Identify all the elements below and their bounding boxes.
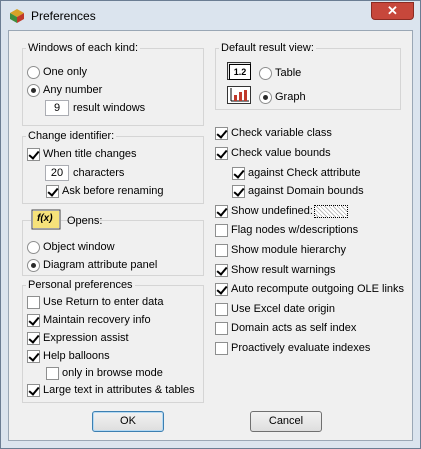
diagram-attribute-panel-radio[interactable] xyxy=(27,259,40,272)
domain-self-index-checkbox[interactable] xyxy=(215,322,228,335)
browse-mode-label[interactable]: only in browse mode xyxy=(62,367,163,380)
show-result-warnings-label[interactable]: Show result warnings xyxy=(231,264,336,277)
personal-preferences-label: Personal preferences xyxy=(26,279,135,292)
browse-mode-checkbox[interactable] xyxy=(46,367,59,380)
against-check-attribute-checkbox[interactable] xyxy=(232,167,245,180)
expr-icon-text: f(x) xyxy=(37,213,53,224)
proactively-evaluate-label[interactable]: Proactively evaluate indexes xyxy=(231,342,370,355)
default-result-view-label: Default result view: xyxy=(219,42,316,55)
table-view-icon-text: 1.2 xyxy=(229,64,251,80)
maintain-recovery-label[interactable]: Maintain recovery info xyxy=(43,314,151,327)
use-return-checkbox[interactable] xyxy=(27,296,40,309)
ask-before-renaming-checkbox[interactable] xyxy=(46,185,59,198)
excel-date-origin-checkbox[interactable] xyxy=(215,303,228,316)
result-windows-count-input[interactable]: 9 xyxy=(45,100,69,116)
expression-assist-checkbox[interactable] xyxy=(27,332,40,345)
close-button[interactable]: ✕ xyxy=(371,2,414,20)
any-number-radio[interactable] xyxy=(27,84,40,97)
show-result-warnings-checkbox[interactable] xyxy=(215,264,228,277)
app-logo-icon xyxy=(10,9,24,23)
flag-nodes-checkbox[interactable] xyxy=(215,224,228,237)
change-identifier-label: Change identifier: xyxy=(26,130,117,143)
dialog-body: Windows of each kind: One only Any numbe… xyxy=(8,30,413,441)
object-window-label[interactable]: Object window xyxy=(43,241,115,254)
against-domain-bounds-label[interactable]: against Domain bounds xyxy=(248,185,364,198)
result-windows-label: result windows xyxy=(73,102,146,114)
one-only-radio[interactable] xyxy=(27,66,40,79)
title-bar[interactable]: Preferences ✕ xyxy=(1,1,420,30)
ask-before-renaming-label[interactable]: Ask before renaming xyxy=(62,185,164,198)
show-undefined-label[interactable]: Show undefined: xyxy=(231,205,313,218)
against-check-attribute-label[interactable]: against Check attribute xyxy=(248,167,361,180)
help-balloons-label[interactable]: Help balloons xyxy=(43,350,110,363)
table-radio[interactable] xyxy=(259,67,272,80)
preferences-window: Preferences ✕ Windows of each kind: One … xyxy=(0,0,421,449)
large-text-checkbox[interactable] xyxy=(27,384,40,397)
flag-nodes-label[interactable]: Flag nodes w/descriptions xyxy=(231,224,358,237)
undefined-pattern-swatch[interactable] xyxy=(314,205,348,218)
check-variable-class-label[interactable]: Check variable class xyxy=(231,127,332,140)
maintain-recovery-checkbox[interactable] xyxy=(27,314,40,327)
graph-radio[interactable] xyxy=(259,91,272,104)
large-text-label[interactable]: Large text in attributes & tables xyxy=(43,384,195,397)
graph-view-icon xyxy=(227,86,251,104)
expr-icon: f(x) xyxy=(31,209,61,230)
expression-assist-label[interactable]: Expression assist xyxy=(43,332,129,345)
object-window-radio[interactable] xyxy=(27,241,40,254)
graph-label[interactable]: Graph xyxy=(275,91,306,104)
when-title-changes-checkbox[interactable] xyxy=(27,148,40,161)
show-undefined-checkbox[interactable] xyxy=(215,205,228,218)
any-number-label[interactable]: Any number xyxy=(43,84,102,97)
table-view-icon: 1.2 xyxy=(227,62,251,80)
check-value-bounds-label[interactable]: Check value bounds xyxy=(231,147,331,160)
cancel-button[interactable]: Cancel xyxy=(250,411,322,432)
table-label[interactable]: Table xyxy=(275,67,301,80)
help-balloons-checkbox[interactable] xyxy=(27,350,40,363)
against-domain-bounds-checkbox[interactable] xyxy=(232,185,245,198)
ok-button[interactable]: OK xyxy=(92,411,164,432)
diagram-attribute-panel-label[interactable]: Diagram attribute panel xyxy=(43,259,157,272)
check-value-bounds-checkbox[interactable] xyxy=(215,147,228,160)
characters-count-input[interactable]: 20 xyxy=(45,165,69,181)
window-title: Preferences xyxy=(31,9,96,23)
excel-date-origin-label[interactable]: Use Excel date origin xyxy=(231,303,335,316)
one-only-label[interactable]: One only xyxy=(43,66,87,79)
when-title-changes-label[interactable]: When title changes xyxy=(43,148,137,161)
auto-recompute-ole-label[interactable]: Auto recompute outgoing OLE links xyxy=(231,283,404,296)
domain-self-index-label[interactable]: Domain acts as self index xyxy=(231,322,356,335)
characters-label: characters xyxy=(73,167,125,179)
auto-recompute-ole-checkbox[interactable] xyxy=(215,283,228,296)
check-variable-class-checkbox[interactable] xyxy=(215,127,228,140)
windows-group-label: Windows of each kind: xyxy=(26,42,141,55)
use-return-label[interactable]: Use Return to enter data xyxy=(43,296,163,309)
show-module-hierarchy-checkbox[interactable] xyxy=(215,244,228,257)
opens-label: Opens: xyxy=(67,215,103,227)
close-icon: ✕ xyxy=(387,3,398,18)
graph-view-icon-graphic xyxy=(230,88,249,102)
proactively-evaluate-checkbox[interactable] xyxy=(215,342,228,355)
show-module-hierarchy-label[interactable]: Show module hierarchy xyxy=(231,244,346,257)
